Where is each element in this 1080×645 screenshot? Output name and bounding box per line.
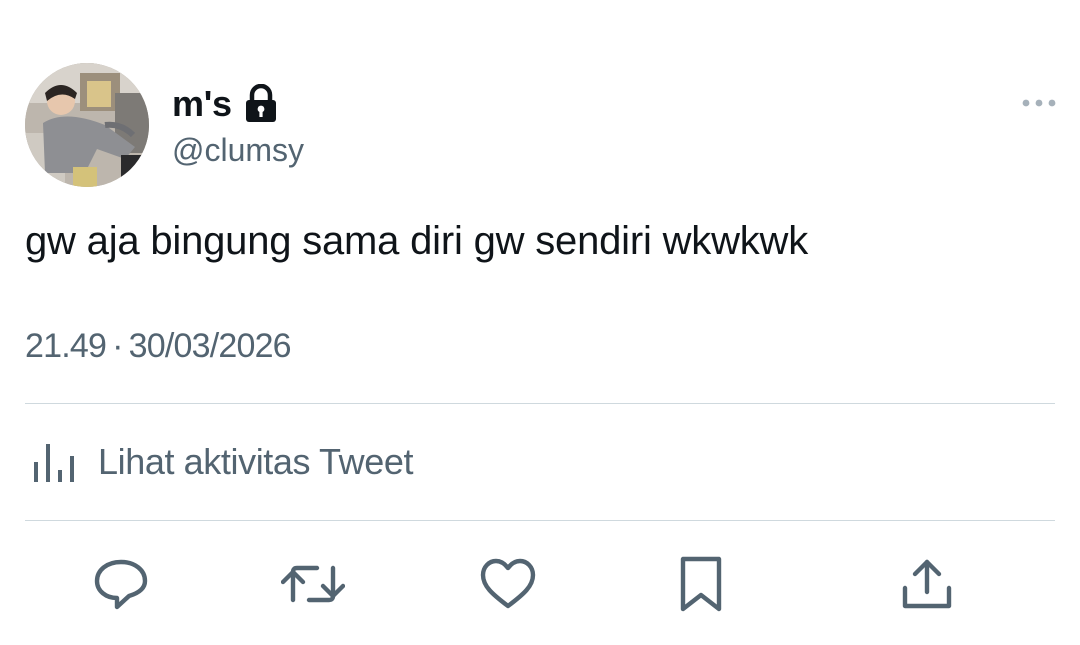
tweet-timestamp[interactable]: 21.49 · 30/03/2026 bbox=[25, 324, 292, 368]
share-button[interactable] bbox=[895, 552, 959, 616]
display-name[interactable]: m's bbox=[172, 82, 232, 126]
profile-photo bbox=[25, 63, 149, 187]
reply-button[interactable] bbox=[89, 552, 153, 616]
more-horizontal-icon[interactable] bbox=[1018, 94, 1062, 112]
lock-icon bbox=[244, 84, 278, 124]
meta-separator: · bbox=[112, 327, 123, 365]
divider bbox=[25, 403, 1055, 404]
retweet-button[interactable] bbox=[281, 552, 345, 616]
author-name-row: m's bbox=[172, 82, 278, 126]
tweet-time: 21.49 bbox=[25, 327, 107, 365]
tweet-date: 30/03/2026 bbox=[128, 327, 292, 365]
like-button[interactable] bbox=[476, 552, 540, 616]
avatar[interactable] bbox=[25, 63, 149, 187]
tweet-text: gw aja bingung sama diri gw sendiri wkwk… bbox=[25, 219, 809, 263]
tweet-activity-link[interactable]: Lihat aktivitas Tweet bbox=[30, 436, 414, 489]
analytics-icon bbox=[30, 436, 76, 489]
reply-icon bbox=[94, 559, 148, 610]
divider bbox=[25, 520, 1055, 521]
like-icon bbox=[480, 558, 536, 609]
bookmark-button[interactable] bbox=[669, 552, 733, 616]
share-icon bbox=[902, 559, 952, 609]
bookmark-icon bbox=[680, 556, 722, 612]
activity-label: Lihat aktivitas Tweet bbox=[98, 441, 414, 482]
author-handle[interactable]: @clumsy bbox=[172, 130, 304, 170]
action-bar bbox=[0, 552, 1080, 616]
retweet-icon bbox=[281, 565, 345, 603]
